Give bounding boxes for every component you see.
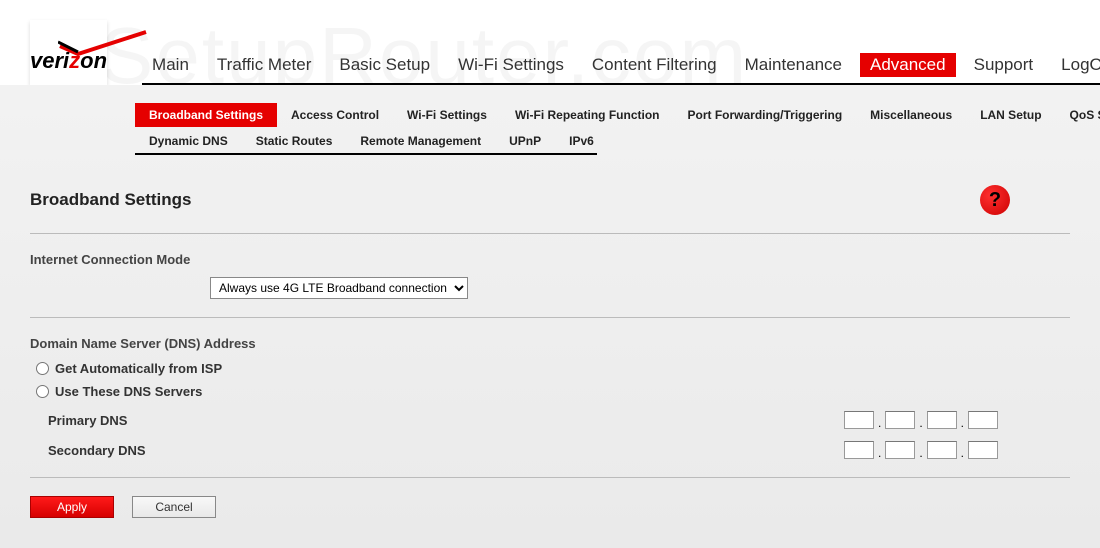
dot-icon: . (917, 416, 924, 430)
connection-mode-row: Always use 4G LTE Broadband connection (210, 277, 1070, 299)
subnav-broadband-settings[interactable]: Broadband Settings (135, 103, 277, 127)
primary-dns-label: Primary DNS (48, 413, 127, 428)
secondary-dns-inputs: . . . (844, 441, 998, 459)
secondary-dns-octet-2[interactable] (885, 441, 915, 459)
subnav-dynamic-dns[interactable]: Dynamic DNS (135, 129, 242, 153)
subnav-ipv6[interactable]: IPv6 (555, 129, 608, 153)
nav-wifi-settings[interactable]: Wi-Fi Settings (448, 53, 574, 77)
secondary-dns-label: Secondary DNS (48, 443, 146, 458)
primary-dns-octet-1[interactable] (844, 411, 874, 429)
primary-dns-octet-3[interactable] (927, 411, 957, 429)
connection-mode-select[interactable]: Always use 4G LTE Broadband connection (210, 277, 468, 299)
subnav-lan-setup[interactable]: LAN Setup (966, 103, 1055, 127)
subnav-miscellaneous[interactable]: Miscellaneous (856, 103, 966, 127)
nav-maintenance[interactable]: Maintenance (735, 53, 852, 77)
secondary-dns-octet-4[interactable] (968, 441, 998, 459)
primary-dns-octet-4[interactable] (968, 411, 998, 429)
nav-basic-setup[interactable]: Basic Setup (329, 53, 440, 77)
nav-content-filtering[interactable]: Content Filtering (582, 53, 727, 77)
primary-dns-row: Primary DNS . . . (48, 411, 1070, 429)
help-icon[interactable]: ? (980, 185, 1010, 215)
dot-icon: . (917, 446, 924, 460)
apply-button[interactable]: Apply (30, 496, 114, 518)
content-area: Broadband Settings Access Control Wi-Fi … (0, 85, 1100, 548)
verizon-logo: verizon (30, 20, 107, 85)
dns-auto-label: Get Automatically from ISP (55, 361, 222, 376)
sub-nav: Broadband Settings Access Control Wi-Fi … (135, 103, 1070, 155)
divider (30, 477, 1070, 478)
nav-logout[interactable]: LogOut (1051, 53, 1100, 77)
dot-icon: . (959, 446, 966, 460)
subnav-upnp[interactable]: UPnP (495, 129, 555, 153)
subnav-port-forwarding[interactable]: Port Forwarding/Triggering (673, 103, 856, 127)
primary-dns-octet-2[interactable] (885, 411, 915, 429)
divider (30, 317, 1070, 318)
header: verizon Main Traffic Meter Basic Setup W… (0, 0, 1100, 85)
nav-main[interactable]: Main (142, 53, 199, 77)
subnav-qos-setup[interactable]: QoS Setup (1056, 103, 1100, 127)
dns-manual-label: Use These DNS Servers (55, 384, 202, 399)
subnav-wifi-repeating[interactable]: Wi-Fi Repeating Function (501, 103, 674, 127)
dot-icon: . (876, 446, 883, 460)
connection-mode-label: Internet Connection Mode (30, 252, 1070, 267)
dot-icon: . (959, 416, 966, 430)
top-nav: Main Traffic Meter Basic Setup Wi-Fi Set… (142, 53, 1100, 85)
nav-advanced[interactable]: Advanced (860, 53, 956, 77)
subnav-remote-management[interactable]: Remote Management (346, 129, 495, 153)
dns-manual-row: Use These DNS Servers (36, 384, 1070, 399)
divider (30, 233, 1070, 234)
secondary-dns-octet-3[interactable] (927, 441, 957, 459)
secondary-dns-octet-1[interactable] (844, 441, 874, 459)
dot-icon: . (876, 416, 883, 430)
dns-auto-row: Get Automatically from ISP (36, 361, 1070, 376)
nav-traffic-meter[interactable]: Traffic Meter (207, 53, 321, 77)
button-row: Apply Cancel (30, 496, 1070, 518)
nav-support[interactable]: Support (964, 53, 1044, 77)
page-title: Broadband Settings (30, 190, 192, 210)
page-title-row: Broadband Settings ? (30, 185, 1070, 215)
subnav-access-control[interactable]: Access Control (277, 103, 393, 127)
dns-auto-radio[interactable] (36, 362, 49, 375)
cancel-button[interactable]: Cancel (132, 496, 216, 518)
secondary-dns-row: Secondary DNS . . . (48, 441, 1070, 459)
dns-heading: Domain Name Server (DNS) Address (30, 336, 1070, 351)
dns-manual-radio[interactable] (36, 385, 49, 398)
logo-text: verizon (30, 48, 107, 74)
subnav-static-routes[interactable]: Static Routes (242, 129, 347, 153)
subnav-wifi-settings[interactable]: Wi-Fi Settings (393, 103, 501, 127)
primary-dns-inputs: . . . (844, 411, 998, 429)
